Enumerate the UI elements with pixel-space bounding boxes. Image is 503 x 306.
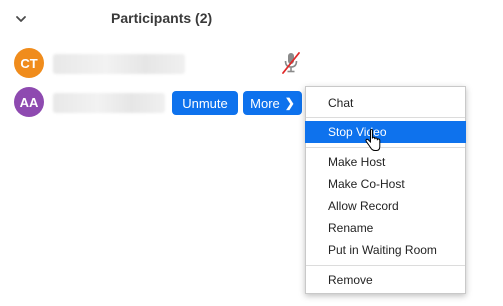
menu-item-remove[interactable]: Remove <box>306 269 465 291</box>
participant-context-menu: Chat Stop Video Make Host Make Co-Host A… <box>305 86 466 294</box>
panel-title: Participants (2) <box>111 10 213 26</box>
more-label: More <box>250 95 280 111</box>
menu-divider <box>306 117 465 118</box>
participant-name-blurred <box>53 93 165 113</box>
menu-item-rename[interactable]: Rename <box>306 217 465 239</box>
avatar: CT <box>14 48 44 78</box>
muted-mic-icon <box>282 52 300 74</box>
menu-item-make-host[interactable]: Make Host <box>306 151 465 173</box>
menu-divider <box>306 265 465 266</box>
pointer-cursor-icon <box>365 129 381 151</box>
chevron-right-icon: ❯ <box>284 96 295 110</box>
menu-item-allow-record[interactable]: Allow Record <box>306 195 465 217</box>
menu-item-chat[interactable]: Chat <box>306 92 465 114</box>
participants-panel: Participants (2) CT AA Unmute More ❯ Cha… <box>0 0 503 306</box>
participant-row[interactable]: AA Unmute More ❯ <box>0 84 310 120</box>
menu-item-stop-video[interactable]: Stop Video <box>305 121 466 143</box>
unmute-label: Unmute <box>182 95 228 111</box>
chevron-down-icon[interactable] <box>14 12 28 26</box>
menu-item-put-in-waiting-room[interactable]: Put in Waiting Room <box>306 239 465 261</box>
menu-item-make-co-host[interactable]: Make Co-Host <box>306 173 465 195</box>
menu-divider <box>306 147 465 148</box>
more-button[interactable]: More ❯ <box>243 91 302 115</box>
participant-row[interactable]: CT <box>0 45 310 81</box>
unmute-button[interactable]: Unmute <box>172 91 238 115</box>
participant-name-blurred <box>53 54 185 74</box>
avatar: AA <box>14 87 44 117</box>
